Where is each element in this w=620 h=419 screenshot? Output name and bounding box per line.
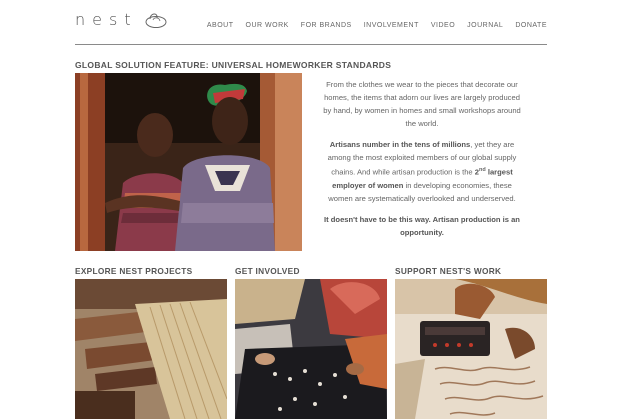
section-title[interactable]: SUPPORT NEST'S WORK <box>395 266 547 276</box>
explore-projects-photo[interactable] <box>75 279 227 419</box>
get-involved-photo[interactable] <box>235 279 387 419</box>
nav-for-brands[interactable]: FOR BRANDS <box>301 22 352 29</box>
nest-logo-icon <box>145 13 167 28</box>
section-explore-projects[interactable]: EXPLORE NEST PROJECTS <box>75 266 227 419</box>
section-title[interactable]: GET INVOLVED <box>235 266 387 276</box>
stat-rank-suffix: nd <box>479 167 486 173</box>
logo-text: nest <box>75 10 138 29</box>
nav-video[interactable]: VIDEO <box>431 22 455 29</box>
section-support-work[interactable]: SUPPORT NEST'S WORK <box>395 266 547 419</box>
nav-involvement[interactable]: INVOLVEMENT <box>364 22 419 29</box>
feature-title[interactable]: GLOBAL SOLUTION FEATURE: UNIVERSAL HOMEW… <box>75 60 391 70</box>
nav-journal[interactable]: JOURNAL <box>467 22 503 29</box>
feature-copy: From the clothes we wear to the pieces t… <box>322 78 522 247</box>
logo[interactable]: nest <box>75 10 168 29</box>
stat-highlight: Artisans number in the tens of millions <box>329 140 471 149</box>
section-title[interactable]: EXPLORE NEST PROJECTS <box>75 266 227 276</box>
feature-intro: From the clothes we wear to the pieces t… <box>323 80 521 128</box>
feature-photo[interactable] <box>75 73 302 251</box>
feature-closing: It doesn't have to be this way. Artisan … <box>324 214 520 237</box>
feature-stats: Artisans number in the tens of millions,… <box>322 138 522 205</box>
main-nav: ABOUT OUR WORK FOR BRANDS INVOLVEMENT VI… <box>207 22 547 29</box>
support-work-photo[interactable] <box>395 279 547 419</box>
section-get-involved[interactable]: GET INVOLVED <box>235 266 387 419</box>
nav-our-work[interactable]: OUR WORK <box>246 22 289 29</box>
site-header: nest ABOUT OUR WORK FOR BRANDS INVOLVEME… <box>75 0 547 45</box>
nav-about[interactable]: ABOUT <box>207 22 234 29</box>
nav-donate[interactable]: DONATE <box>515 22 547 29</box>
